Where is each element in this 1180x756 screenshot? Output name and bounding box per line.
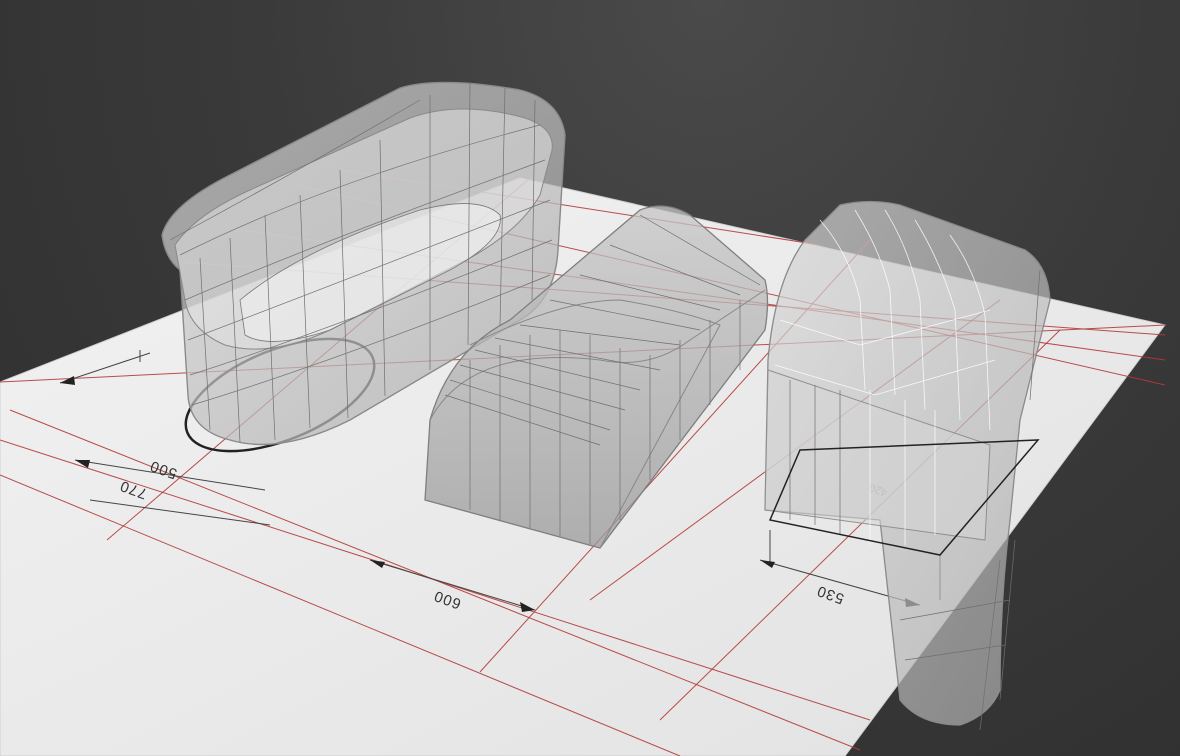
3d-viewport[interactable]: 500 770 600 530 420: [0, 0, 1180, 756]
viewport-scene: 500 770 600 530 420: [0, 81, 1166, 756]
